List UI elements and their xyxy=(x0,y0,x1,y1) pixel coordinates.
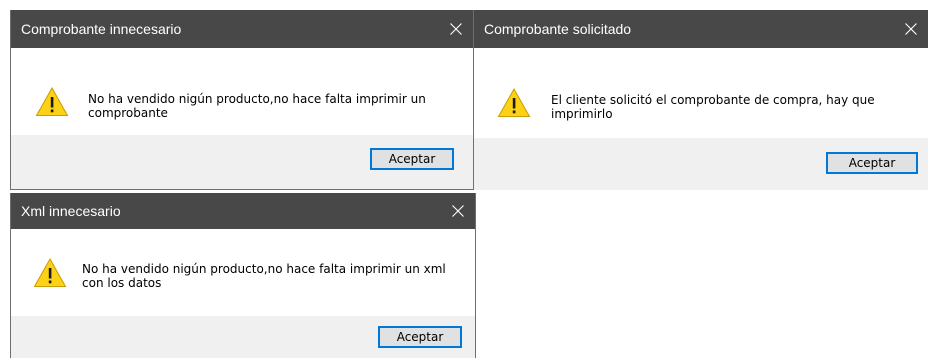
dialog-body: El cliente solicitó el comprobante de co… xyxy=(474,48,928,138)
accept-button[interactable]: Aceptar xyxy=(370,148,454,170)
warning-icon xyxy=(35,86,69,117)
dialog-titlebar[interactable]: Comprobante innecesario xyxy=(11,10,473,48)
dialog-footer: Aceptar xyxy=(11,135,473,189)
dialog-title: Comprobante innecesario xyxy=(21,21,182,37)
dialog-titlebar[interactable]: Comprobante solicitado xyxy=(474,10,928,48)
close-button[interactable] xyxy=(894,10,928,48)
dialog-message: El cliente solicitó el comprobante de co… xyxy=(551,93,875,121)
dialog-footer: Aceptar xyxy=(11,316,475,358)
accept-button[interactable]: Aceptar xyxy=(378,326,462,348)
close-icon xyxy=(905,23,917,35)
dialog-message: No ha vendido nigún producto,no hace fal… xyxy=(82,262,446,290)
dialog-body: No ha vendido nigún producto,no hace fal… xyxy=(11,229,475,316)
dialog-comprobante-innecesario: Comprobante innecesario No ha vendido ni… xyxy=(10,10,474,190)
dialog-body: No ha vendido nigún producto,no hace fal… xyxy=(11,48,473,136)
dialog-message: No ha vendido nigún producto,no hace fal… xyxy=(88,92,426,120)
dialog-comprobante-solicitado: Comprobante solicitado El cliente solici… xyxy=(474,10,928,190)
dialog-title: Comprobante solicitado xyxy=(484,21,632,37)
close-icon xyxy=(452,205,464,217)
close-icon xyxy=(450,23,462,35)
dialog-xml-innecesario: Xml innecesario No ha vendido nigún prod… xyxy=(10,193,476,358)
dialog-title: Xml innecesario xyxy=(21,203,121,219)
warning-icon xyxy=(497,87,531,118)
dialog-footer: Aceptar xyxy=(474,138,928,190)
accept-button[interactable]: Aceptar xyxy=(826,152,918,174)
warning-icon xyxy=(33,257,67,288)
dialog-titlebar[interactable]: Xml innecesario xyxy=(11,193,475,229)
close-button[interactable] xyxy=(441,193,475,229)
close-button[interactable] xyxy=(439,10,473,48)
